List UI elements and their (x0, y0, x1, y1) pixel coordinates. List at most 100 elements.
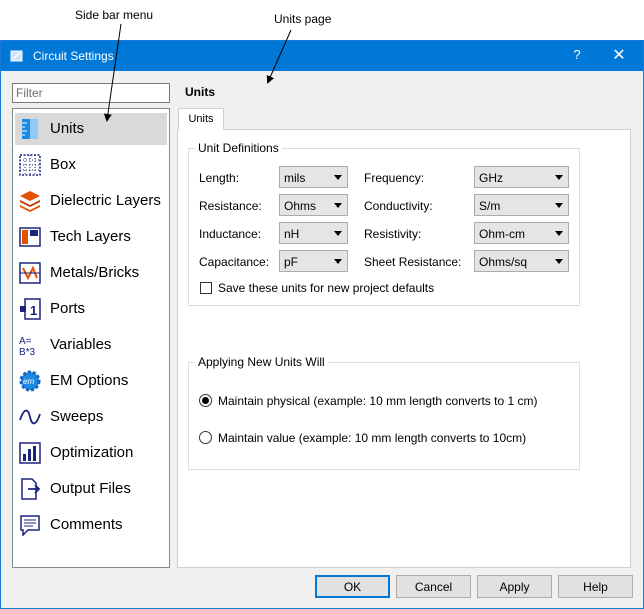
save-defaults-label[interactable]: Save these units for new project default… (218, 281, 434, 295)
sidebar-item-label: Dielectric Layers (50, 192, 161, 209)
sidebar-item-output-files[interactable]: Output Files (15, 473, 167, 505)
capacitance-select[interactable]: pF (279, 250, 348, 272)
sidebar-item-label: Sweeps (50, 408, 104, 425)
inductance-value: nH (284, 227, 300, 241)
sidebar-item-variables[interactable]: A= B*3 Variables (15, 329, 167, 361)
layers-icon (20, 191, 40, 212)
conductivity-value: S/m (479, 199, 501, 213)
capacitance-label: Capacitance: (199, 255, 270, 269)
grid-box-icon (19, 154, 41, 176)
chevron-down-icon (334, 231, 342, 236)
capacitance-value: pF (284, 255, 299, 269)
page-title: Units (185, 85, 215, 99)
sidebar-item-label: Output Files (50, 480, 131, 497)
sidebar-item-units[interactable]: Units (15, 113, 167, 145)
tab-units[interactable]: Units (178, 108, 224, 130)
chart-icon (19, 442, 41, 464)
sidebar-item-label: Optimization (50, 444, 134, 461)
app-icon (10, 50, 23, 62)
frequency-label: Frequency: (364, 171, 425, 185)
chevron-down-icon (555, 203, 563, 208)
tech-layers-icon (19, 227, 41, 247)
frequency-value: GHz (479, 171, 503, 185)
unit-definitions-group: Unit Definitions Length: mils Resistance… (188, 141, 580, 306)
page-callout: Units page (274, 12, 332, 26)
variables-icon: A= B*3 (19, 336, 36, 356)
radio-selected-dot (202, 397, 209, 404)
ruler-icon (22, 119, 38, 139)
title-bar: Circuit Settings ? ✕ (1, 41, 643, 71)
length-select[interactable]: mils (279, 166, 348, 188)
maintain-physical-radio[interactable] (199, 394, 212, 407)
port-icon: 1 (20, 298, 41, 320)
chevron-down-icon (334, 203, 342, 208)
sidebar-item-label: Comments (50, 516, 123, 533)
filter-input[interactable] (12, 83, 170, 103)
resistance-value: Ohms (284, 199, 317, 213)
em-gear-icon: em (19, 370, 41, 392)
conductivity-label: Conductivity: (364, 199, 433, 213)
sidebar-callout: Side bar menu (75, 8, 154, 22)
sidebar-item-label: Ports (50, 300, 86, 317)
conductivity-select[interactable]: S/m (474, 194, 569, 216)
circuit-settings-window: Circuit Settings ? ✕ Units Box (0, 40, 644, 609)
save-defaults-checkbox[interactable] (200, 282, 212, 294)
sidebar-item-dielectric-layers[interactable]: Dielectric Layers (15, 185, 167, 217)
svg-text:A=: A= (19, 336, 32, 347)
close-icon[interactable]: ✕ (607, 45, 631, 65)
chevron-down-icon (555, 259, 563, 264)
inductance-select[interactable]: nH (279, 222, 348, 244)
maintain-physical-label[interactable]: Maintain physical (example: 10 mm length… (218, 394, 537, 408)
sine-wave-icon (19, 409, 41, 425)
resistance-label: Resistance: (199, 199, 262, 213)
inductance-label: Inductance: (199, 227, 262, 241)
sidebar-item-label: Units (50, 120, 85, 137)
resistivity-label: Resistivity: (364, 227, 422, 241)
sidebar-item-ports[interactable]: 1 Ports (15, 293, 167, 325)
frequency-select[interactable]: GHz (474, 166, 569, 188)
comment-icon (20, 515, 40, 536)
resistivity-select[interactable]: Ohm-cm (474, 222, 569, 244)
sidebar-item-optimization[interactable]: Optimization (15, 437, 167, 469)
length-label: Length: (199, 171, 240, 185)
svg-text:1: 1 (30, 303, 37, 318)
chevron-down-icon (334, 175, 342, 180)
sidebar-item-metals-bricks[interactable]: Metals/Bricks (15, 257, 167, 289)
apply-button[interactable]: Apply (477, 575, 552, 598)
chevron-down-icon (334, 259, 342, 264)
unit-definitions-title: Unit Definitions (195, 141, 282, 155)
help-button[interactable]: Help (558, 575, 633, 598)
sidebar-item-em-options[interactable]: em EM Options (15, 365, 167, 397)
cancel-button[interactable]: Cancel (396, 575, 471, 598)
applying-new-units-group: Applying New Units Will Maintain physica… (188, 355, 580, 470)
svg-text:B*3: B*3 (19, 347, 36, 356)
window-title: Circuit Settings (33, 49, 114, 63)
sheet-resistance-label: Sheet Resistance: (364, 255, 462, 269)
length-value: mils (284, 171, 306, 185)
help-icon[interactable]: ? (567, 47, 587, 62)
ok-button[interactable]: OK (315, 575, 390, 598)
sidebar-item-label: Variables (50, 336, 112, 353)
sheet-resistance-value: Ohms/sq (479, 255, 528, 269)
units-panel: Unit Definitions Length: mils Resistance… (177, 129, 631, 568)
sidebar-item-label: Box (50, 156, 76, 173)
sheet-resistance-select[interactable]: Ohms/sq (474, 250, 569, 272)
sidebar-item-comments[interactable]: Comments (15, 509, 167, 541)
sidebar-item-label: EM Options (50, 372, 129, 389)
sidebar-item-box[interactable]: Box (15, 149, 167, 181)
sidebar-item-sweeps[interactable]: Sweeps (15, 401, 167, 433)
resistance-select[interactable]: Ohms (279, 194, 348, 216)
applying-new-units-title: Applying New Units Will (195, 355, 328, 369)
chevron-down-icon (555, 231, 563, 236)
sidebar-item-label: Tech Layers (50, 228, 131, 245)
svg-text:em: em (23, 377, 34, 386)
file-export-icon (21, 478, 41, 500)
metals-icon (19, 262, 41, 284)
chevron-down-icon (555, 175, 563, 180)
maintain-value-label[interactable]: Maintain value (example: 10 mm length co… (218, 431, 526, 445)
sidebar-menu: Units Box Dielectric Layers Tech Layers … (12, 108, 170, 568)
maintain-value-radio[interactable] (199, 431, 212, 444)
sidebar-item-tech-layers[interactable]: Tech Layers (15, 221, 167, 253)
resistivity-value: Ohm-cm (479, 227, 525, 241)
sidebar-item-label: Metals/Bricks (50, 264, 140, 281)
